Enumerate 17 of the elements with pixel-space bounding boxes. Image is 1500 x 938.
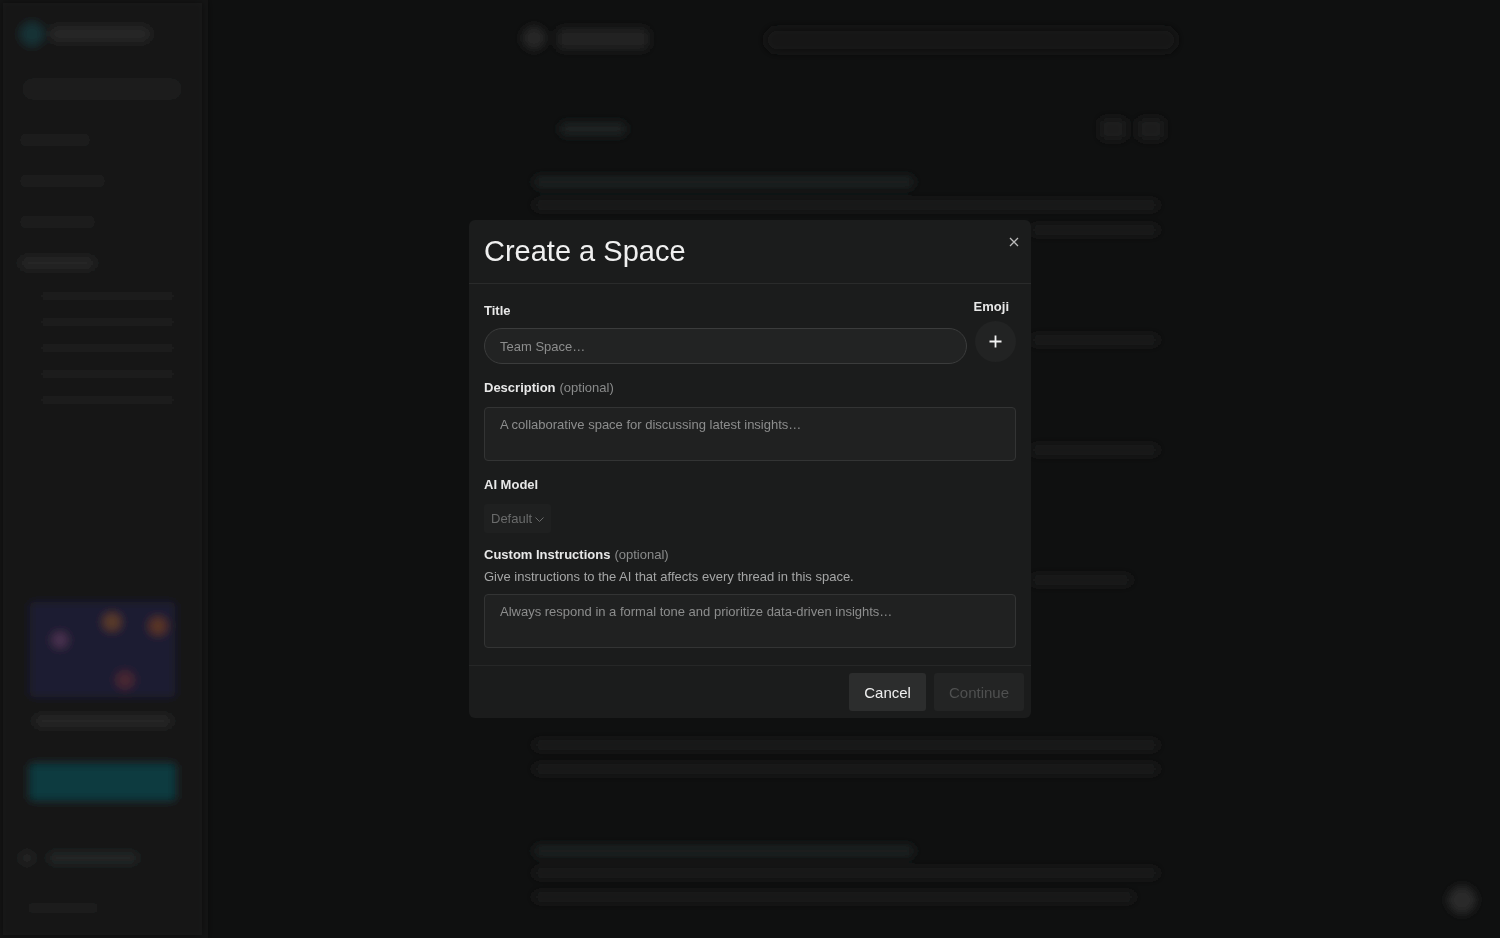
close-icon [1009,237,1019,247]
field-label: Custom Instructions [484,547,611,562]
instructions-input[interactable]: Always respond in a formal tone and prioritize data-driven insights… [484,594,1016,648]
dialog-button[interactable]: Cancel [849,673,926,711]
emoji-label: Emoji [973,299,1009,316]
plus-icon [989,335,1002,348]
title-input[interactable]: Team Space… [484,328,967,364]
add-emoji-button[interactable] [975,321,1016,362]
chevron-down-icon [535,517,545,522]
optional-hint: (optional) [614,547,669,562]
dialog-title: Create a Space [484,234,686,268]
description-input[interactable]: A collaborative space for discussing latest insights… [484,407,1016,461]
optional-hint: (optional) [559,380,614,395]
field-label: AI Model [484,477,539,492]
help-text: Give instructions to the AI that affects every thread in this space. [484,568,854,586]
field-label: Title [484,303,511,318]
field-label: Description [484,380,556,395]
